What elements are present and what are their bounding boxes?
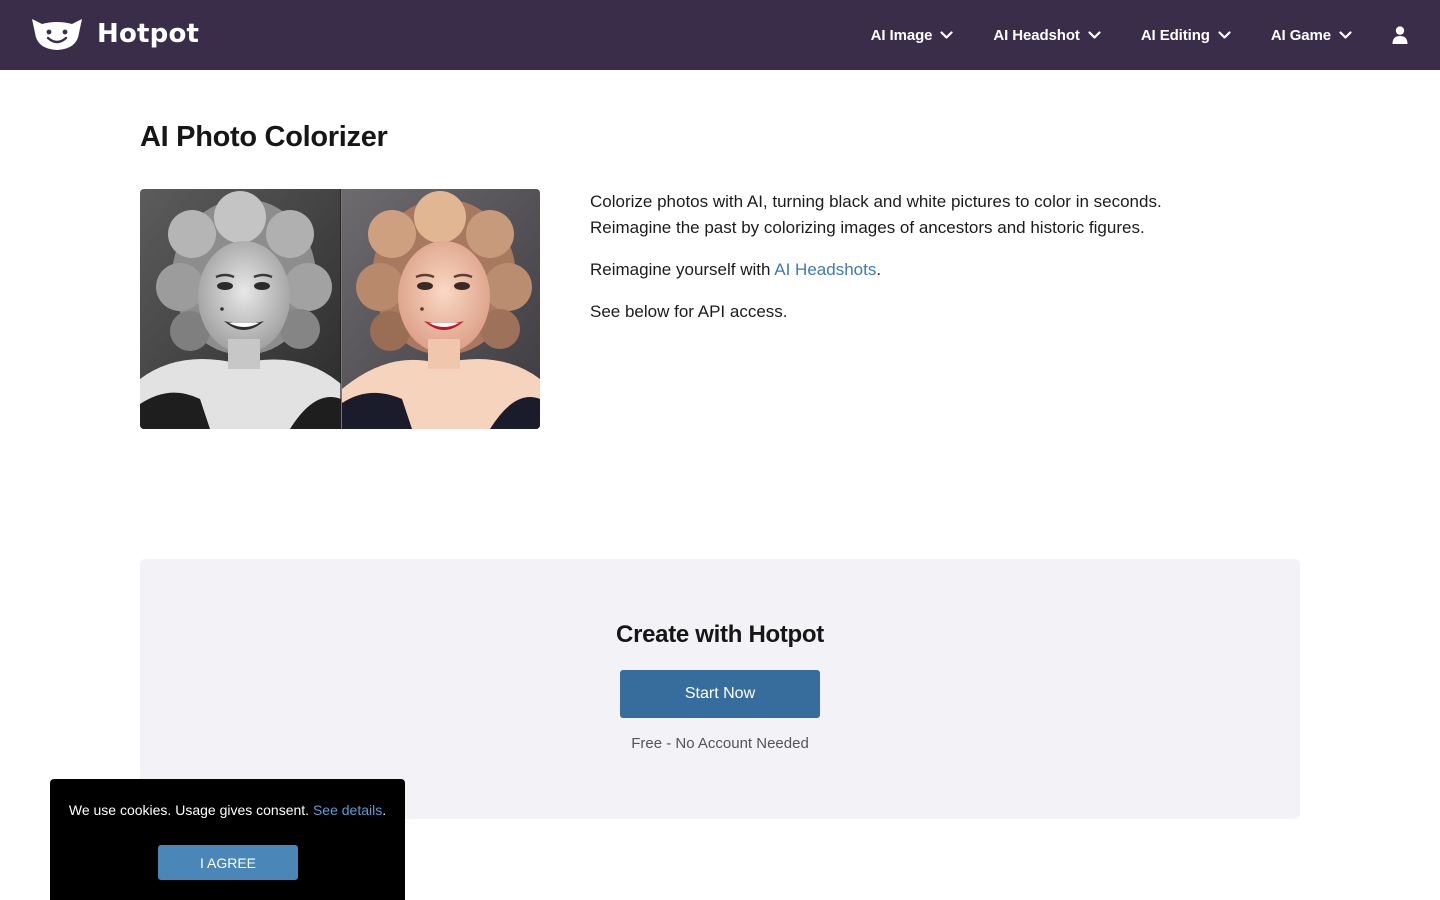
start-now-button[interactable]: Start Now [620, 670, 820, 718]
user-icon[interactable] [1392, 26, 1408, 44]
nav-ai-image-label: AI Image [870, 26, 933, 44]
top-navbar: Hotpot AI Image AI Headshot AI Editing A… [0, 0, 1440, 70]
cookie-details-link[interactable]: See details [313, 802, 382, 818]
intro-line-2: Reimagine the past by colorizing images … [590, 218, 1145, 237]
cookie-suffix: . [382, 802, 387, 818]
chevron-down-icon [1088, 31, 1101, 39]
cookie-agree-button[interactable]: I AGREE [158, 845, 298, 880]
free-note: Free - No Account Needed [631, 735, 809, 752]
chevron-down-icon [940, 31, 954, 39]
cookie-consent-banner: We use cookies. Usage gives consent. See… [50, 779, 405, 900]
page-title: AI Photo Colorizer [140, 121, 388, 153]
headshot-paragraph: Reimagine yourself with AI Headshots. [590, 257, 1290, 283]
chevron-down-icon [1339, 31, 1352, 39]
colorizer-example-image [140, 189, 540, 429]
intro-paragraph: Colorize photos with AI, turning black a… [590, 189, 1290, 241]
create-title: Create with Hotpot [616, 621, 824, 648]
nav-ai-image[interactable]: AI Image [871, 27, 954, 44]
nav-ai-game[interactable]: AI Game [1271, 27, 1352, 44]
headshot-suffix: . [876, 260, 882, 279]
nav-ai-editing[interactable]: AI Editing [1141, 27, 1231, 44]
ai-headshots-link[interactable]: AI Headshots [774, 260, 876, 279]
intro-line-1: Colorize photos with AI, turning black a… [590, 192, 1162, 211]
nav-ai-headshot-label: AI Headshot [993, 26, 1080, 44]
brand-link[interactable]: Hotpot [30, 16, 199, 52]
cookie-message: We use cookies. Usage gives consent. See… [50, 802, 405, 818]
api-note: See below for API access. [590, 302, 788, 321]
nav-ai-headshot[interactable]: AI Headshot [993, 26, 1101, 44]
brand-name: Hotpot [97, 19, 200, 49]
nav-ai-editing-label: AI Editing [1140, 26, 1210, 44]
intro-text: Colorize photos with AI, turning black a… [590, 189, 1290, 341]
cookie-text: We use cookies. Usage gives consent. [68, 802, 313, 818]
chevron-down-icon [1218, 31, 1231, 39]
headshot-prefix: Reimagine yourself with [590, 260, 775, 279]
main-nav: AI Image AI Headshot AI Editing AI Game [871, 0, 1440, 70]
hotpot-logo-icon [32, 19, 82, 50]
nav-ai-game-label: AI Game [1270, 26, 1331, 44]
